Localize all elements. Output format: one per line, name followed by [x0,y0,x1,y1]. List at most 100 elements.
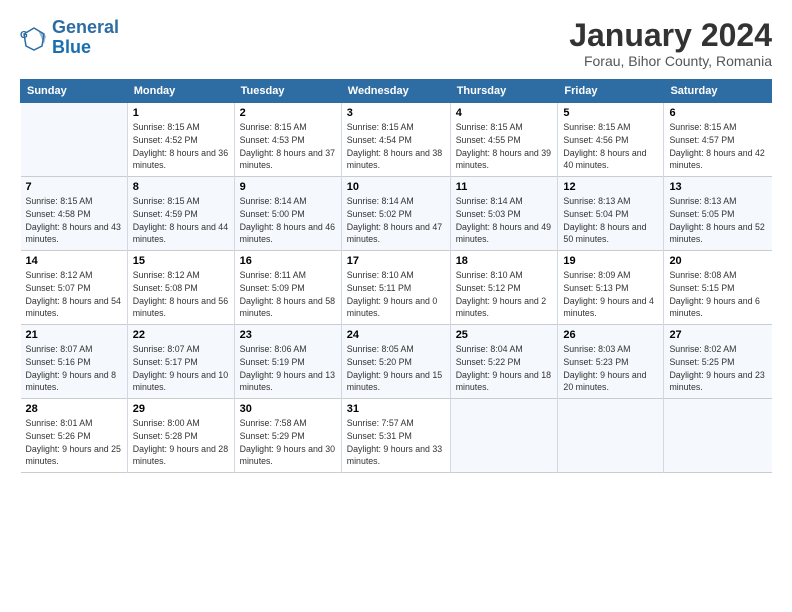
location: Forau, Bihor County, Romania [569,53,772,69]
day-number: 29 [133,403,229,415]
day-info: Sunrise: 8:03 AM Sunset: 5:23 PM Dayligh… [563,343,658,394]
weekday-header: Thursday [450,80,558,103]
calendar-cell: 4Sunrise: 8:15 AM Sunset: 4:55 PM Daylig… [450,103,558,177]
calendar-week-row: 28 Sunrise: 8:01 AM Sunset: 5:26 PM Dayli… [21,399,772,473]
weekday-header: Tuesday [234,80,341,103]
day-number: 30 [240,403,336,415]
day-number: 21 [26,329,122,341]
day-info: Sunrise: 8:01 AM Sunset: 5:26 PM Dayligh… [26,417,122,468]
day-number: 7 [26,181,122,193]
calendar-cell: 31Sunrise: 7:57 AM Sunset: 5:31 PM Dayli… [341,399,450,473]
day-info: Sunrise: 8:06 AM Sunset: 5:19 PM Dayligh… [240,343,336,394]
weekday-header: Saturday [664,80,772,103]
day-info: Sunrise: 8:15 AM Sunset: 4:56 PM Dayligh… [563,121,658,172]
calendar-cell: 30 Sunrise: 7:58 AM Sunset: 5:29 PM Dayli… [234,399,341,473]
calendar-cell: 20Sunrise: 8:08 AM Sunset: 5:15 PM Dayli… [664,251,772,325]
calendar-cell: 26 Sunrise: 8:03 AM Sunset: 5:23 PM Dayli… [558,325,664,399]
day-number: 10 [347,181,445,193]
calendar-cell [21,103,128,177]
day-info: Sunrise: 7:58 AM Sunset: 5:29 PM Dayligh… [240,417,336,468]
calendar-page: G General Blue January 2024 Forau, Bihor… [0,0,792,612]
calendar-cell: 11Sunrise: 8:14 AM Sunset: 5:03 PM Dayli… [450,177,558,251]
calendar-cell: 24Sunrise: 8:05 AM Sunset: 5:20 PM Dayli… [341,325,450,399]
calendar-cell: 22Sunrise: 8:07 AM Sunset: 5:17 PM Dayli… [127,325,234,399]
calendar-cell: 19 Sunrise: 8:09 AM Sunset: 5:13 PM Dayli… [558,251,664,325]
page-header: G General Blue January 2024 Forau, Bihor… [20,18,772,69]
day-number: 9 [240,181,336,193]
day-number: 8 [133,181,229,193]
day-info: Sunrise: 8:00 AM Sunset: 5:28 PM Dayligh… [133,417,229,468]
day-number: 17 [347,255,445,267]
day-number: 25 [456,329,553,341]
logo-text: General Blue [52,18,119,58]
calendar-cell [450,399,558,473]
day-number: 1 [133,107,229,119]
calendar-cell: 23 Sunrise: 8:06 AM Sunset: 5:19 PM Dayli… [234,325,341,399]
calendar-cell [558,399,664,473]
day-info: Sunrise: 8:04 AM Sunset: 5:22 PM Dayligh… [456,343,553,394]
day-info: Sunrise: 8:15 AM Sunset: 4:58 PM Dayligh… [26,195,122,246]
day-number: 19 [563,255,658,267]
calendar-cell: 10 Sunrise: 8:14 AM Sunset: 5:02 PM Dayli… [341,177,450,251]
calendar-week-row: 7 Sunrise: 8:15 AM Sunset: 4:58 PM Daylig… [21,177,772,251]
calendar-week-row: 14Sunrise: 8:12 AM Sunset: 5:07 PM Dayli… [21,251,772,325]
day-number: 2 [240,107,336,119]
day-info: Sunrise: 8:13 AM Sunset: 5:05 PM Dayligh… [669,195,766,246]
day-info: Sunrise: 8:15 AM Sunset: 4:57 PM Dayligh… [669,121,766,172]
day-number: 27 [669,329,766,341]
day-info: Sunrise: 8:15 AM Sunset: 4:52 PM Dayligh… [133,121,229,172]
day-number: 23 [240,329,336,341]
day-info: Sunrise: 8:15 AM Sunset: 4:53 PM Dayligh… [240,121,336,172]
calendar-cell: 5 Sunrise: 8:15 AM Sunset: 4:56 PM Daylig… [558,103,664,177]
calendar-cell: 15 Sunrise: 8:12 AM Sunset: 5:08 PM Dayli… [127,251,234,325]
calendar-cell: 18 Sunrise: 8:10 AM Sunset: 5:12 PM Dayli… [450,251,558,325]
day-number: 18 [456,255,553,267]
day-info: Sunrise: 8:08 AM Sunset: 5:15 PM Dayligh… [669,269,766,320]
calendar-cell: 16 Sunrise: 8:11 AM Sunset: 5:09 PM Dayli… [234,251,341,325]
day-number: 28 [26,403,122,415]
day-info: Sunrise: 8:14 AM Sunset: 5:00 PM Dayligh… [240,195,336,246]
day-info: Sunrise: 8:10 AM Sunset: 5:12 PM Dayligh… [456,269,553,320]
calendar-cell: 14Sunrise: 8:12 AM Sunset: 5:07 PM Dayli… [21,251,128,325]
weekday-row: SundayMondayTuesdayWednesdayThursdayFrid… [21,80,772,103]
calendar-cell: 29 Sunrise: 8:00 AM Sunset: 5:28 PM Dayli… [127,399,234,473]
day-info: Sunrise: 7:57 AM Sunset: 5:31 PM Dayligh… [347,417,445,468]
calendar-cell: 8Sunrise: 8:15 AM Sunset: 4:59 PM Daylig… [127,177,234,251]
weekday-header: Sunday [21,80,128,103]
weekday-header: Monday [127,80,234,103]
day-info: Sunrise: 8:09 AM Sunset: 5:13 PM Dayligh… [563,269,658,320]
day-number: 5 [563,107,658,119]
day-number: 4 [456,107,553,119]
day-info: Sunrise: 8:12 AM Sunset: 5:07 PM Dayligh… [26,269,122,320]
title-block: January 2024 Forau, Bihor County, Romani… [569,18,772,69]
day-number: 26 [563,329,658,341]
month-title: January 2024 [569,18,772,53]
day-number: 13 [669,181,766,193]
calendar-cell: 13 Sunrise: 8:13 AM Sunset: 5:05 PM Dayli… [664,177,772,251]
calendar-cell [664,399,772,473]
calendar-cell: 1 Sunrise: 8:15 AM Sunset: 4:52 PM Daylig… [127,103,234,177]
calendar-body: 1 Sunrise: 8:15 AM Sunset: 4:52 PM Daylig… [21,103,772,473]
calendar-header: SundayMondayTuesdayWednesdayThursdayFrid… [21,80,772,103]
calendar-cell: 21 Sunrise: 8:07 AM Sunset: 5:16 PM Dayli… [21,325,128,399]
weekday-header: Wednesday [341,80,450,103]
day-info: Sunrise: 8:12 AM Sunset: 5:08 PM Dayligh… [133,269,229,320]
day-number: 16 [240,255,336,267]
day-number: 11 [456,181,553,193]
day-number: 15 [133,255,229,267]
day-number: 6 [669,107,766,119]
logo: G General Blue [20,18,119,58]
calendar-cell: 6 Sunrise: 8:15 AM Sunset: 4:57 PM Daylig… [664,103,772,177]
calendar-week-row: 1 Sunrise: 8:15 AM Sunset: 4:52 PM Daylig… [21,103,772,177]
day-info: Sunrise: 8:05 AM Sunset: 5:20 PM Dayligh… [347,343,445,394]
weekday-header: Friday [558,80,664,103]
day-info: Sunrise: 8:14 AM Sunset: 5:02 PM Dayligh… [347,195,445,246]
calendar-cell: 9 Sunrise: 8:14 AM Sunset: 5:00 PM Daylig… [234,177,341,251]
day-info: Sunrise: 8:13 AM Sunset: 5:04 PM Dayligh… [563,195,658,246]
calendar-week-row: 21 Sunrise: 8:07 AM Sunset: 5:16 PM Dayli… [21,325,772,399]
day-info: Sunrise: 8:11 AM Sunset: 5:09 PM Dayligh… [240,269,336,320]
day-info: Sunrise: 8:15 AM Sunset: 4:54 PM Dayligh… [347,121,445,172]
day-info: Sunrise: 8:07 AM Sunset: 5:16 PM Dayligh… [26,343,122,394]
day-number: 12 [563,181,658,193]
calendar-cell: 12 Sunrise: 8:13 AM Sunset: 5:04 PM Dayli… [558,177,664,251]
